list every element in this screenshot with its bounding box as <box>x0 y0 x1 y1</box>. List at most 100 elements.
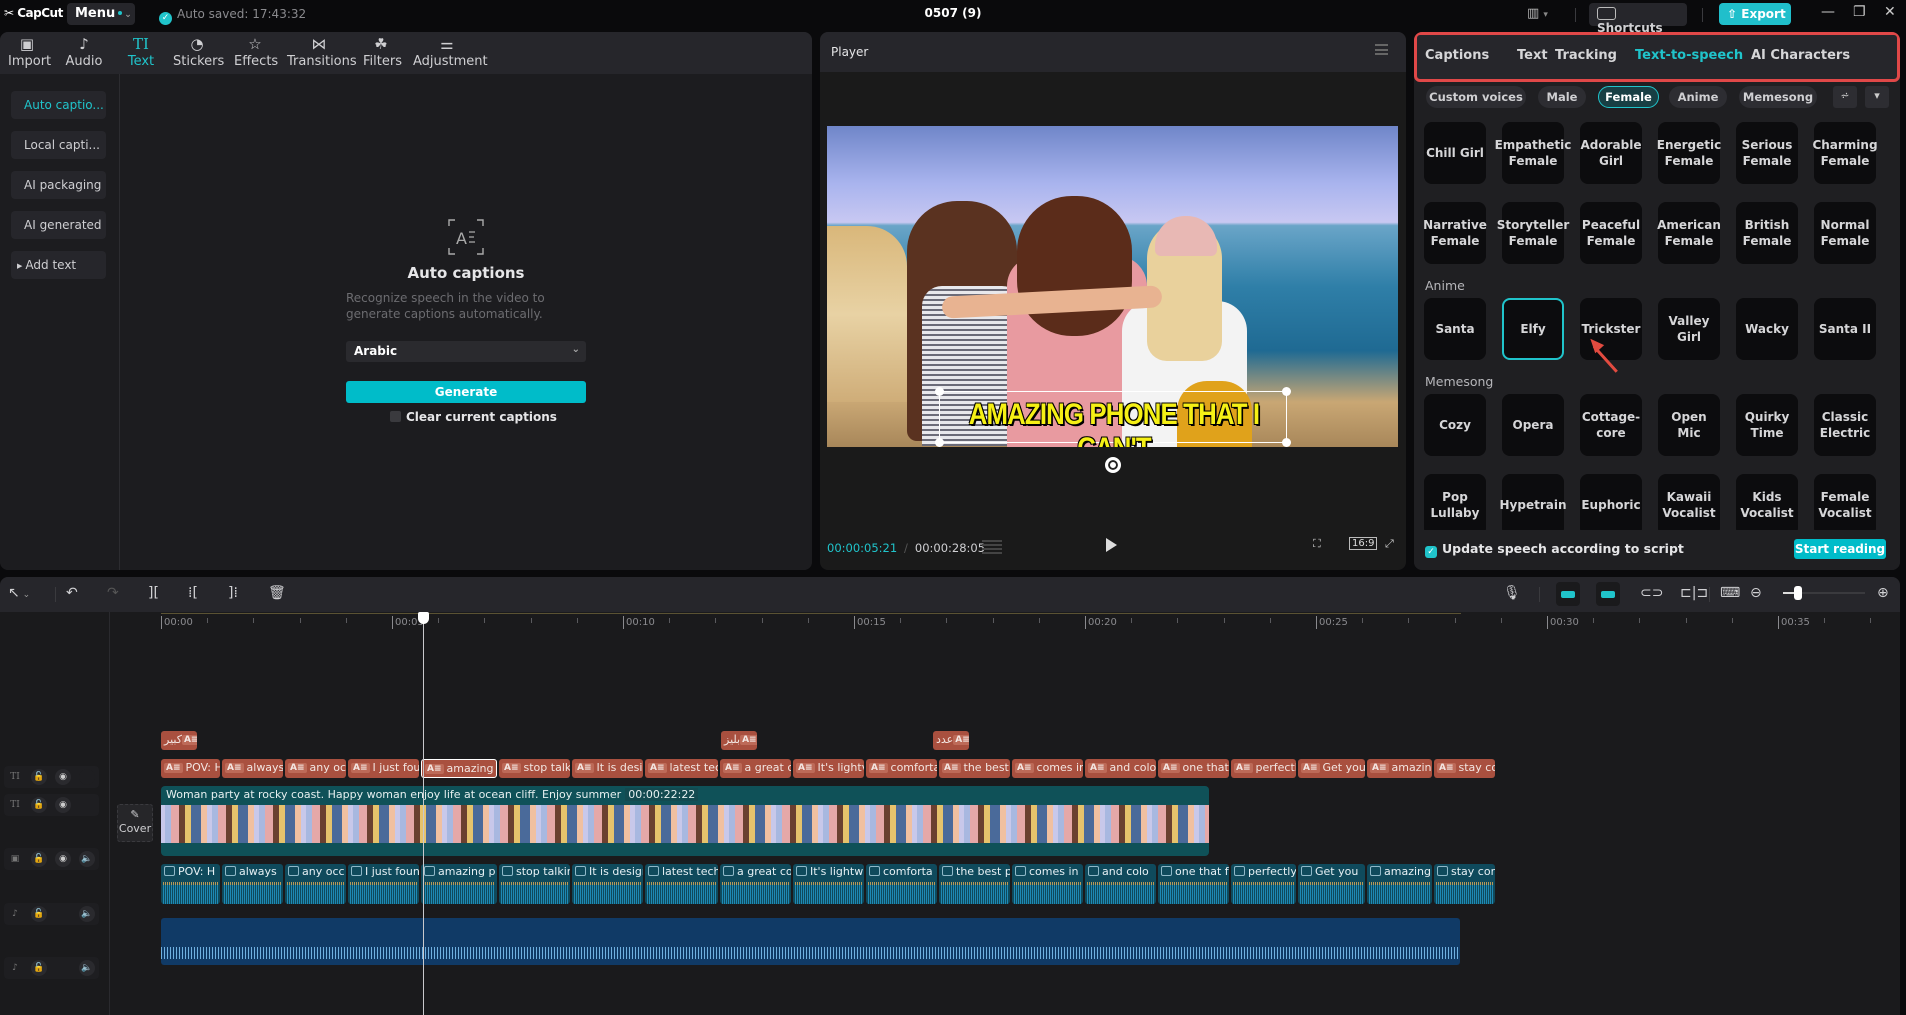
caption-text-clip[interactable]: A≡It is desigi <box>572 759 643 778</box>
resize-handle[interactable] <box>935 387 944 396</box>
voiceover-clip[interactable]: stay cor <box>1434 864 1495 904</box>
fullscreen-icon[interactable]: ⤢ <box>1385 537 1394 551</box>
voice-card-cottage-core[interactable]: Cottage-core <box>1580 394 1642 456</box>
sort-filter-icon[interactable]: ⩫ <box>1833 86 1857 108</box>
voice-card-kawaii-vocalist[interactable]: Kawaii Vocalist <box>1658 474 1720 536</box>
voice-card-elfy[interactable]: Elfy <box>1502 298 1564 360</box>
timecode-grid-icon[interactable] <box>982 540 1002 556</box>
export-button[interactable]: ⇧ Export <box>1719 3 1791 25</box>
sidebar-item-add-text[interactable]: ▶Add text <box>11 251 106 279</box>
tool-effects[interactable]: ☆Effects <box>234 34 276 69</box>
minimize-icon[interactable]: — <box>1821 4 1835 20</box>
speaker-icon[interactable]: 🔈 <box>79 851 95 867</box>
voice-card-adorable-girl[interactable]: Adorable Girl <box>1580 122 1642 184</box>
clear-captions-checkbox[interactable]: Clear current captions <box>390 410 557 424</box>
timeline-ruler[interactable]: 00:0000:0500:1000:1500:2000:2500:3000:35 <box>0 612 1900 634</box>
caption-text-clip[interactable]: A≡one that <box>1158 759 1229 778</box>
voice-card-american-female[interactable]: American Female <box>1658 202 1720 264</box>
filter-female[interactable]: Female <box>1598 86 1659 108</box>
tool-transitions[interactable]: ⋈Transitions <box>287 34 351 69</box>
voiceover-clip[interactable]: a great co <box>720 864 791 904</box>
caption-text-clip[interactable]: A≡stop talki <box>499 759 570 778</box>
eye-icon[interactable]: ◉ <box>55 797 71 813</box>
voice-card-kids-vocalist[interactable]: Kids Vocalist <box>1736 474 1798 536</box>
voice-card-open-mic[interactable]: Open Mic <box>1658 394 1720 456</box>
voiceover-clip[interactable]: and colo <box>1085 864 1156 904</box>
magnet-toggle[interactable] <box>1556 582 1580 606</box>
layout-icon[interactable]: ▥ ▾ <box>1527 6 1548 21</box>
arabic-text-clip[interactable]: بليزA≡ <box>721 731 757 750</box>
speaker-icon[interactable]: 🔈 <box>79 960 95 976</box>
eye-icon[interactable]: ◉ <box>55 769 71 785</box>
voice-card-wacky[interactable]: Wacky <box>1736 298 1798 360</box>
voice-card-valley-girl[interactable]: Valley Girl <box>1658 298 1720 360</box>
tab-tracking[interactable]: Tracking <box>1555 48 1617 63</box>
voice-card-empathetic-female[interactable]: Empathetic Female <box>1502 122 1564 184</box>
caption-text-clip[interactable]: A≡amazing p <box>421 759 497 778</box>
link-icon[interactable]: ⊂⊃ <box>1640 585 1663 601</box>
filter-custom-voices[interactable]: Custom voices <box>1426 86 1526 108</box>
play-icon[interactable] <box>1106 538 1117 552</box>
voice-card-chill-girl[interactable]: Chill Girl <box>1424 122 1486 184</box>
restore-icon[interactable]: ❐ <box>1853 4 1866 20</box>
lock-icon[interactable]: 🔓 <box>31 960 47 976</box>
delete-icon[interactable]: 🗑 <box>268 585 286 601</box>
language-select[interactable]: Arabic⌄ <box>346 341 586 362</box>
voice-card-hypetrain[interactable]: Hypetrain <box>1502 474 1564 536</box>
caption-text-clip[interactable]: A≡amazin <box>1367 759 1432 778</box>
tool-import[interactable]: ▣Import <box>8 34 46 69</box>
voiceover-clip[interactable]: any occ <box>285 864 346 904</box>
split-icon[interactable]: ][ <box>148 585 159 601</box>
voice-card-charming-female[interactable]: Charming Female <box>1814 122 1876 184</box>
voiceover-clip[interactable]: one that f <box>1158 864 1229 904</box>
voiceover-clip[interactable]: amazing <box>1367 864 1432 904</box>
caption-text-clip[interactable]: A≡It's lightv <box>793 759 864 778</box>
microphone-icon[interactable]: 🎙 <box>1503 585 1521 601</box>
start-reading-button[interactable]: Start reading <box>1794 539 1886 559</box>
lock-icon[interactable]: 🔓 <box>31 797 47 813</box>
split-preview-icon[interactable]: ⊏|⊐ <box>1680 585 1708 601</box>
voice-card-normal-female[interactable]: Normal Female <box>1814 202 1876 264</box>
zoom-out-icon[interactable]: ⊖ <box>1750 585 1762 601</box>
voice-card-peaceful-female[interactable]: Peaceful Female <box>1580 202 1642 264</box>
tool-stickers[interactable]: ◔Stickers <box>173 34 221 69</box>
tool-filters[interactable]: ☘Filters <box>363 34 399 69</box>
caption-text-clip[interactable]: A≡the best p <box>939 759 1010 778</box>
caption-text-clip[interactable]: A≡comforta <box>866 759 937 778</box>
voiceover-clip[interactable]: comes in <box>1012 864 1083 904</box>
eye-icon[interactable]: ◉ <box>55 851 71 867</box>
voice-card-santa-ii[interactable]: Santa II <box>1814 298 1876 360</box>
resize-handle[interactable] <box>935 438 944 447</box>
caption-selection-box[interactable]: AMAZING PHONE THAT I CAN'T <box>939 391 1287 443</box>
filter-memesong[interactable]: Memesong <box>1739 86 1817 108</box>
caption-text-clip[interactable]: A≡comes in <box>1012 759 1083 778</box>
voice-card-pop-lullaby[interactable]: Pop Lullaby <box>1424 474 1486 536</box>
tool-text[interactable]: TIText <box>126 34 156 69</box>
music-clip[interactable] <box>161 918 1460 965</box>
voice-card-narrative-female[interactable]: Narrative Female <box>1424 202 1486 264</box>
lock-icon[interactable]: 🔓 <box>31 851 47 867</box>
cover-button[interactable]: ✎Cover <box>117 804 153 842</box>
voiceover-clip[interactable]: perfectly. <box>1231 864 1296 904</box>
close-icon[interactable]: ✕ <box>1884 4 1896 20</box>
tool-adjustment[interactable]: ⚌Adjustment <box>413 34 481 69</box>
voice-card-storyteller-female[interactable]: Storyteller Female <box>1502 202 1564 264</box>
resize-handle[interactable] <box>1282 438 1291 447</box>
caption-text-clip[interactable]: A≡and colo <box>1085 759 1156 778</box>
zoom-slider-handle[interactable] <box>1794 586 1802 600</box>
voice-card-serious-female[interactable]: Serious Female <box>1736 122 1798 184</box>
caption-text-clip[interactable]: A≡stay cor <box>1434 759 1495 778</box>
voiceover-clip[interactable]: stop talkin <box>499 864 570 904</box>
sidebar-item-auto-captions[interactable]: Auto captio... <box>11 91 106 119</box>
lock-icon[interactable]: 🔓 <box>31 769 47 785</box>
voiceover-clip[interactable]: I just foun <box>348 864 419 904</box>
voice-card-female-vocalist[interactable]: Female Vocalist <box>1814 474 1876 536</box>
update-speech-checkbox[interactable]: ✓Update speech according to script <box>1425 541 1684 558</box>
speaker-icon[interactable]: 🔈 <box>79 906 95 922</box>
voiceover-clip[interactable]: It is desigr <box>572 864 643 904</box>
arabic-text-clip[interactable]: عددA≡ <box>933 731 969 750</box>
lock-icon[interactable]: 🔓 <box>31 906 47 922</box>
sidebar-item-local-captions[interactable]: Local capti... <box>11 131 106 159</box>
voiceover-clip[interactable]: latest tech <box>645 864 718 904</box>
tab-ai-characters[interactable]: AI Characters <box>1751 48 1850 63</box>
